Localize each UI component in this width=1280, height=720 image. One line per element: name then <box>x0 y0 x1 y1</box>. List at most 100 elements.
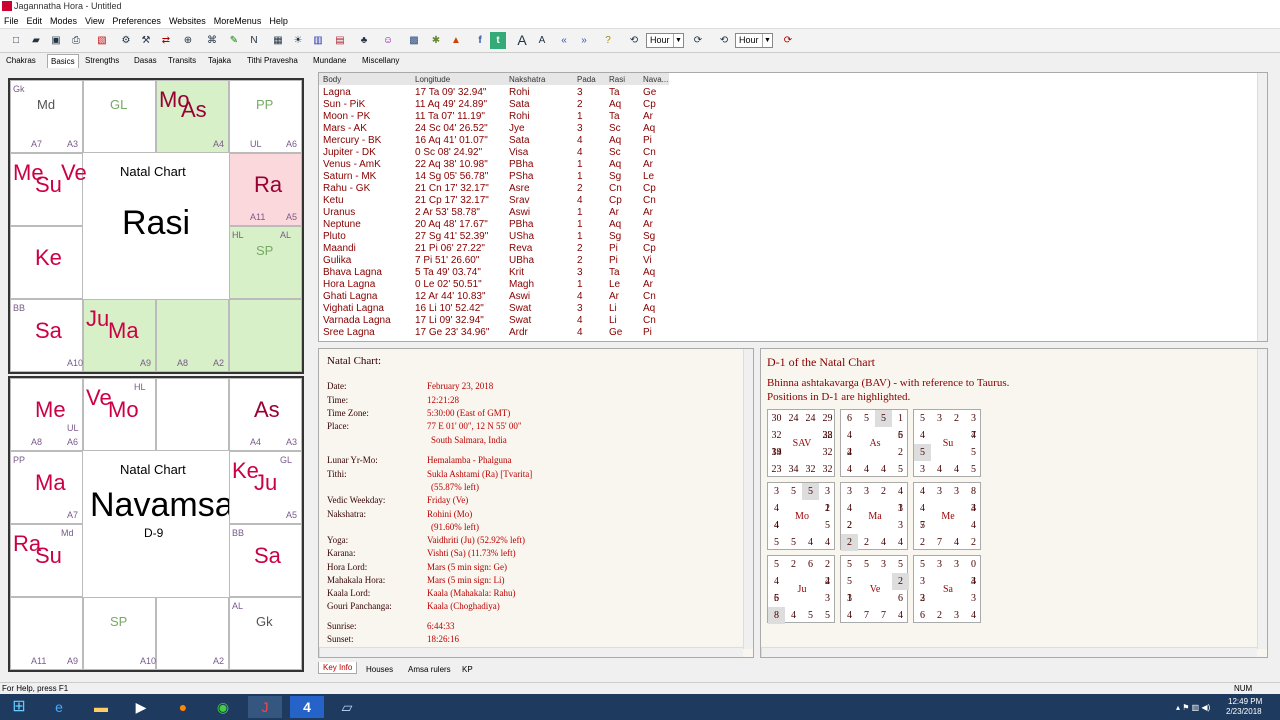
twitter-icon[interactable]: t <box>490 32 506 49</box>
rewind-icon[interactable]: ⟲ <box>626 32 642 49</box>
table-row[interactable]: Rahu - GK 21 Cn 17' 32.17" Asre 2 Cn Cp <box>319 183 679 195</box>
menu-edit[interactable]: Edit <box>23 13 47 26</box>
rasi-house-cell[interactable]: Me Su Ve <box>10 153 87 226</box>
ashtakavarga-panel[interactable]: D-1 of the Natal Chart Bhinna ashtakavar… <box>760 348 1268 658</box>
bav-grid-su[interactable]: 53237554435445Su <box>913 409 981 477</box>
table-row[interactable]: Varnada Lagna 17 Li 09' 32.94" Swat 4 Li Cn <box>319 315 679 327</box>
rasi-planet-su[interactable]: Su <box>35 172 62 198</box>
n-icon[interactable]: N <box>246 32 262 49</box>
bav-grid-as[interactable]: 6 5 5 1 5 2 5 4 4 4 4 4 6 2 As <box>840 409 908 477</box>
menu-websites[interactable]: Websites <box>165 13 210 26</box>
start-button[interactable]: ⊞ <box>2 696 36 718</box>
table-row[interactable]: Gulika 7 Pi 51' 26.60" UBha 2 Pi Vi <box>319 255 679 267</box>
rasi-house-cell[interactable]: Sa BB A10 <box>10 299 83 372</box>
rasi-planet-pp[interactable]: PP <box>256 97 273 112</box>
menu-modes[interactable]: Modes <box>46 13 81 26</box>
tab-transits[interactable]: Transits <box>168 56 196 65</box>
info-horizontal-scrollbar[interactable] <box>319 647 743 657</box>
fire-icon[interactable]: ▲ <box>448 32 464 49</box>
bav-grid-ju[interactable]: 5 2 6 2 2 3 5 5 4 8 5 4 4 6 Ju <box>767 555 835 624</box>
table-row[interactable]: Mercury - BK 16 Aq 41' 01.07" Sata 4 Aq Pi <box>319 135 679 147</box>
navamsa-house-cell[interactable]: A11 A9 <box>10 597 83 670</box>
step-unit-select-2[interactable]: Hour ▼ <box>735 33 773 48</box>
tab-strengths[interactable]: Strengths <box>85 56 119 65</box>
table-row[interactable]: Mars - AK 24 Sc 04' 26.52" Jye 3 Sc Aq <box>319 123 679 135</box>
bav-grid-mo[interactable]: 3 5 5 3 1 5 4 4 5 5 4 4 2 4 Mo <box>767 482 835 550</box>
navamsa-planet-sp[interactable]: SP <box>110 614 127 629</box>
globe-icon[interactable]: ⊕ <box>180 32 196 49</box>
rasi-house-cell[interactable]: Md Gk A7 A3 <box>10 80 83 153</box>
facebook-icon[interactable]: f <box>472 32 488 49</box>
navamsa-planet-gk[interactable]: Gk <box>256 614 273 629</box>
navamsa-house-cell[interactable]: As A4 A3 <box>229 378 302 451</box>
tab-basics[interactable]: Basics <box>47 54 79 68</box>
rasi-house-cell[interactable]: GL <box>83 80 156 153</box>
tab-mundane[interactable]: Mundane <box>313 56 346 65</box>
navamsa-house-cell[interactable]: Me UL A8 A6 <box>10 378 83 451</box>
bav-grid-ve[interactable]: 55353647741523Ve <box>840 555 909 623</box>
tab-miscellany[interactable]: Miscellany <box>362 56 399 65</box>
navamsa-house-cell[interactable]: A2 <box>156 597 229 670</box>
key-info-panel[interactable]: Natal Chart: Date: February 23, 2018 Time:… <box>318 348 754 658</box>
table-row[interactable]: Neptune 20 Aq 48' 17.67" PBha 1 Aq Ar <box>319 219 679 231</box>
file-explorer-icon[interactable]: ▬ <box>84 696 118 718</box>
table-row[interactable]: Sree Lagna 17 Ge 23' 34.96" Ardr 4 Ge Pi <box>319 327 679 339</box>
tab-tajaka[interactable]: Tajaka <box>208 56 231 65</box>
info-tab-kp[interactable]: KP <box>458 664 477 675</box>
rasi-planet-ju[interactable]: Ju <box>86 306 109 332</box>
menu-preferences[interactable]: Preferences <box>108 13 165 26</box>
step-unit-select-1[interactable]: Hour ▼ <box>646 33 684 48</box>
table-row[interactable]: Ketu 21 Cp 17' 32.17" Srav 4 Cp Cn <box>319 195 679 207</box>
navamsa-chart[interactable]: Natal Chart Navamsa D-9 Me UL A8 A6 Ve Mo HL As… <box>8 376 304 672</box>
rasi-house-cell[interactable]: Ra A11 A5 <box>229 153 302 226</box>
menu-moremenus[interactable]: MoreMenus <box>210 13 266 26</box>
people-icon[interactable]: ☺ <box>380 32 396 49</box>
rasi-planet-ra[interactable]: Ra <box>254 172 282 198</box>
navamsa-planet-me[interactable]: Me <box>35 397 66 423</box>
chart-icon[interactable]: ▧ <box>94 32 110 49</box>
rasi-house-cell[interactable] <box>229 299 302 372</box>
rasi-planet-sa[interactable]: Sa <box>35 318 62 344</box>
info-tab-amsa-rulers[interactable]: Amsa rulers <box>404 664 455 675</box>
chevron-left-icon[interactable]: « <box>556 32 572 49</box>
save-icon[interactable]: ▣ <box>48 32 64 49</box>
navamsa-house-cell[interactable]: Gk AL <box>229 597 302 670</box>
navamsa-planet-ju[interactable]: Ju <box>254 470 277 496</box>
table-row[interactable]: Ghati Lagna 12 Ar 44' 10.83" Aswi 4 Ar Cn <box>319 291 679 303</box>
rasi-planet-md[interactable]: Md <box>37 97 55 112</box>
open-folder-icon[interactable]: ▰ <box>28 32 44 49</box>
rasi-house-cell[interactable]: Mo As A4 <box>156 80 229 153</box>
bav-grid-ma[interactable]: 3 3 2 4 3 3 4 4 2 2 2 4 1 2 Ma <box>840 482 908 551</box>
navamsa-house-cell[interactable]: SP A10 <box>83 597 156 670</box>
app-taskbar-icon-4[interactable]: 4 <box>290 696 324 718</box>
navamsa-house-cell[interactable]: Ra Su Md <box>10 524 83 597</box>
table-row[interactable]: Jupiter - DK 0 Sc 08' 24.92" Visa 4 Sc Cn <box>319 147 679 159</box>
rasi-planet-ma[interactable]: Ma <box>108 318 139 344</box>
rasi-house-cell[interactable]: Ju Ma A9 <box>83 299 156 372</box>
rasi-house-cell[interactable]: SP HL AL <box>229 226 302 299</box>
rasi-planet-ke[interactable]: Ke <box>35 245 62 271</box>
frame-icon[interactable]: ▤ <box>332 32 348 49</box>
internet-explorer-icon[interactable]: e <box>42 696 76 718</box>
table-row[interactable]: Saturn - MK 14 Sg 05' 56.78" PSha 1 Sg Le <box>319 171 679 183</box>
info-tab-houses[interactable]: Houses <box>362 664 397 675</box>
bav-grid-me[interactable]: 4 3 3 8 4 4 2 4 7 2 7 4 3 5 Me <box>913 482 981 550</box>
transit-icon[interactable]: ⇄ <box>158 32 174 49</box>
sh-icon[interactable]: ⌘ <box>204 32 220 49</box>
new-file-icon[interactable]: □ <box>8 32 24 49</box>
table-row[interactable]: Sun - PiK 11 Aq 49' 24.89" Sata 2 Aq Cp <box>319 99 679 111</box>
rasi-planet-as[interactable]: As <box>181 97 207 123</box>
table-row[interactable]: Moon - PK 11 Ta 07' 11.19" Rohi 1 Ta Ar <box>319 111 679 123</box>
rewind-icon-2[interactable]: ⟲ <box>716 32 732 49</box>
navamsa-house-cell[interactable] <box>156 378 229 451</box>
pen-icon[interactable]: ✎ <box>226 32 242 49</box>
rasi-chart[interactable]: Natal Chart Rasi Md Gk A7 A3 GL Mo As A4 PP UL A6 M… <box>8 78 304 374</box>
rasi-house-cell[interactable]: PP UL A6 <box>229 80 302 153</box>
table-row[interactable]: Vighati Lagna 16 Li 10' 52.42" Swat 3 Li Aq <box>319 303 679 315</box>
navamsa-planet-ma[interactable]: Ma <box>35 470 66 496</box>
info-tab-key-info[interactable]: Key Info <box>318 662 358 674</box>
media-player-icon[interactable]: ▶ <box>124 696 158 718</box>
sun-icon[interactable]: ☀ <box>290 32 306 49</box>
rasi-house-cell[interactable]: Ke <box>10 226 83 299</box>
table-vertical-scrollbar[interactable] <box>1257 73 1267 341</box>
